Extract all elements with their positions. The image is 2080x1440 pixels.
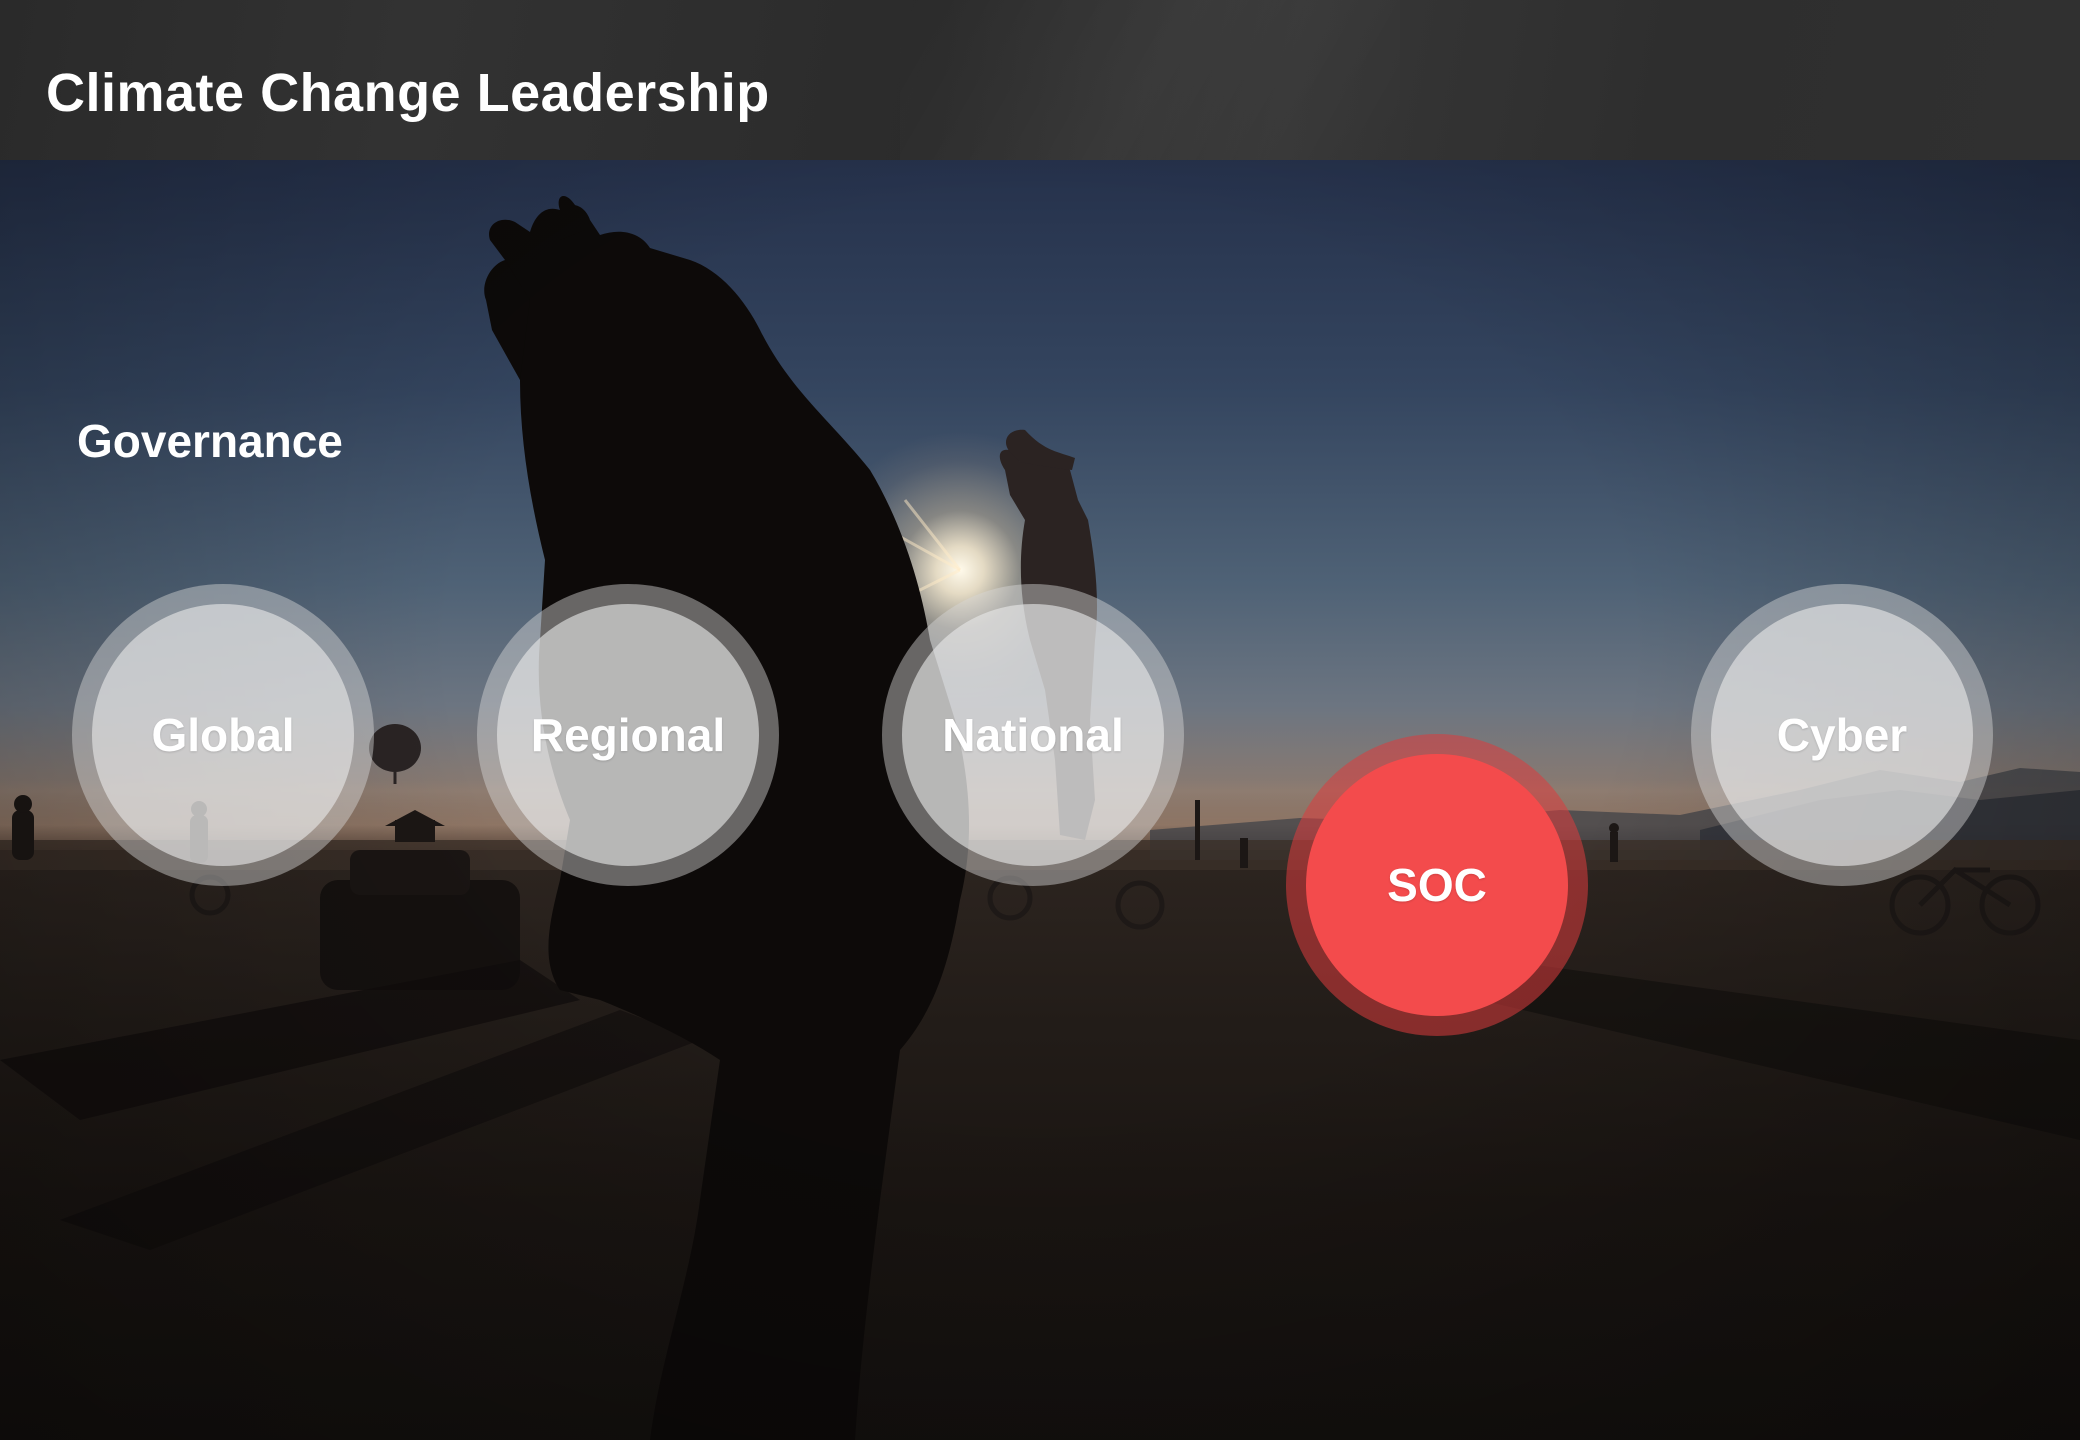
- node-soc-inner: SOC: [1306, 754, 1568, 1016]
- node-global[interactable]: Global: [72, 584, 374, 886]
- node-cyber-label: Cyber: [1776, 709, 1908, 761]
- node-national-inner: National: [902, 604, 1164, 866]
- node-regional-inner: Regional: [497, 604, 759, 866]
- node-cyber[interactable]: Cyber: [1691, 584, 1993, 886]
- node-regional[interactable]: Regional: [477, 584, 779, 886]
- node-global-label: Global: [151, 709, 295, 761]
- node-national-label: National: [942, 709, 1124, 761]
- node-national[interactable]: National: [882, 584, 1184, 886]
- slide: Climate Change Leadership Governance Glo…: [0, 0, 2080, 1440]
- node-cyber-inner: Cyber: [1711, 604, 1973, 866]
- section-heading: Governance: [77, 415, 343, 467]
- page-title: Climate Change Leadership: [46, 63, 770, 123]
- node-global-inner: Global: [92, 604, 354, 866]
- title-bar: Climate Change Leadership: [0, 0, 2080, 160]
- node-soc-label: SOC: [1387, 859, 1487, 911]
- node-soc[interactable]: SOC: [1286, 734, 1588, 1036]
- node-regional-label: Regional: [530, 709, 726, 761]
